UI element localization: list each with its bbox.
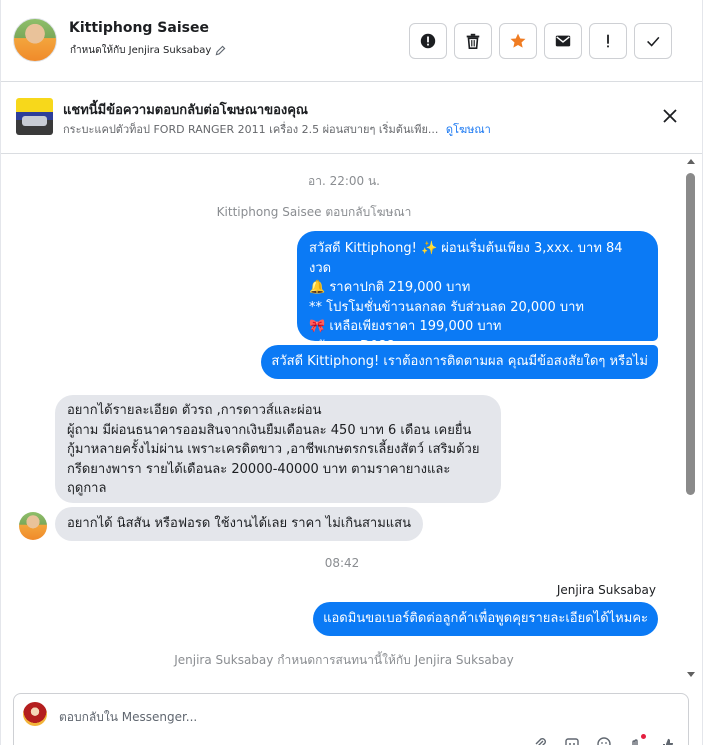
incoming-message[interactable]: อยากได้รายละเอียด ตัวรถ ,การดาวส์และผ่อน…: [55, 395, 501, 503]
assigned-label-row[interactable]: กำหนดให้กับ Jenjira Suksabay: [70, 43, 226, 58]
reply-composer[interactable]: ตอบกลับใน Messenger...: [13, 693, 689, 745]
notification-dot: [641, 734, 646, 739]
alert-circle-icon: [420, 33, 436, 49]
page-avatar: [23, 702, 47, 726]
scrollbar-thumb[interactable]: [686, 173, 695, 495]
assigned-label: กำหนดให้กับ Jenjira Suksabay: [70, 45, 212, 56]
like-button[interactable]: [660, 736, 678, 745]
mark-done-button[interactable]: [634, 23, 672, 59]
conversation-header: Kittiphong Saisee กำหนดให้กับ Jenjira Su…: [1, 0, 702, 82]
message-line: ** โปรโมชั่นข้าวนลกลด รับส่วนลด 20,000 บ…: [309, 299, 584, 315]
view-ad-link[interactable]: ดูโฆษณา: [446, 123, 491, 136]
contact-avatar[interactable]: [13, 18, 57, 62]
message-line: 🎀 เหลือเพียงราคา 199,000 บาท: [309, 319, 502, 334]
incoming-message[interactable]: อยากได้ นิสสัน หรือฟอรด ใช้งานได้เลย ราค…: [55, 507, 423, 541]
star-icon: [510, 33, 526, 48]
message-line: อยากได้รายละเอียด ตัวรถ ,การดาวส์และผ่อน: [67, 403, 322, 418]
reply-input[interactable]: ตอบกลับใน Messenger...: [59, 708, 197, 727]
outgoing-message[interactable]: สวัสดี Kittiphong! เราต้องการติดตามผล คุ…: [261, 345, 658, 379]
message-line: สวัสดี Kittiphong! ✨ ผ่อนเริ่มต้นเพียง 3…: [309, 241, 623, 276]
message-line: กู้มาหลายครั้งไม่ผ่าน เพราะเครดิตขาว ,อา…: [67, 442, 480, 457]
mark-spam-button[interactable]: [409, 23, 447, 59]
scroll-up-arrow-icon[interactable]: [687, 159, 695, 164]
payment-button[interactable]: [628, 734, 646, 745]
mark-unread-button[interactable]: [544, 23, 582, 59]
emoji-button[interactable]: [596, 736, 614, 745]
attach-button[interactable]: [532, 736, 550, 745]
saved-reply-icon: [565, 738, 579, 745]
star-button[interactable]: [499, 23, 537, 59]
outgoing-message[interactable]: แอดมินขอเบอร์ติดต่อลูกค้าเพื่อพูดคุยรายล…: [313, 602, 658, 636]
timestamp: 08:42: [324, 556, 360, 570]
follow-up-button[interactable]: [589, 23, 627, 59]
pencil-icon[interactable]: [215, 45, 226, 56]
thread-scrollbar[interactable]: [686, 155, 696, 683]
emoji-icon: [597, 737, 611, 745]
check-icon: [647, 36, 660, 47]
ad-reply-note: Kittiphong Saisee ตอบกลับโฆษณา: [216, 205, 412, 219]
outgoing-message[interactable]: สวัสดี Kittiphong! ✨ ผ่อนเริ่มต้นเพียง 3…: [297, 231, 658, 354]
message-thread: อา. 22:00 น. Kittiphong Saisee ตอบกลับโฆ…: [1, 155, 702, 683]
ad-thumbnail[interactable]: [16, 98, 53, 135]
message-line: 🔔 ราคาปกติ 219,000 บาท: [309, 280, 471, 295]
saved-reply-button[interactable]: [564, 736, 582, 745]
header-actions: [409, 23, 672, 59]
message-line: กรีดยางพารา รายได้เดือนละ 20000-40000 บา…: [67, 461, 451, 477]
timestamp: อา. 22:00 น.: [308, 174, 380, 188]
inbox-conversation: Kittiphong Saisee กำหนดให้กับ Jenjira Su…: [0, 0, 703, 745]
ad-reply-banner: แชทนี้มีข้อความตอบกลับต่อโฆษณาของคุณ กระ…: [1, 82, 702, 154]
message-line: ผู้ถาม มีผ่อนธนาคารออมสินจากเงินยืมเดือน…: [67, 422, 472, 438]
ad-banner-title: แชทนี้มีข้อความตอบกลับต่อโฆษณาของคุณ: [63, 103, 308, 118]
message-line: ฤดูกาล: [67, 481, 107, 496]
scroll-down-arrow-icon[interactable]: [687, 672, 695, 677]
assignment-note: Jenjira Suksabay กำหนดการสนทนานี้ให้กับ …: [174, 653, 514, 667]
envelope-icon: [555, 35, 571, 47]
ad-description: กระบะแคปตัวท็อป FORD RANGER 2011 เครื่อง…: [63, 123, 439, 136]
thumbs-up-icon: [663, 738, 673, 745]
exclamation-icon: [607, 34, 609, 48]
paperclip-icon: [535, 738, 546, 745]
ad-banner-subtitle: กระบะแคปตัวท็อป FORD RANGER 2011 เครื่อง…: [63, 120, 491, 138]
close-icon: [663, 109, 677, 123]
trash-icon: [466, 33, 480, 50]
contact-name[interactable]: Kittiphong Saisee: [69, 20, 209, 36]
composer-tools: [532, 734, 678, 745]
delete-button[interactable]: [454, 23, 492, 59]
contact-avatar-small[interactable]: [19, 512, 47, 540]
close-banner-button[interactable]: [660, 106, 680, 126]
sender-name: Jenjira Suksabay: [556, 583, 656, 597]
